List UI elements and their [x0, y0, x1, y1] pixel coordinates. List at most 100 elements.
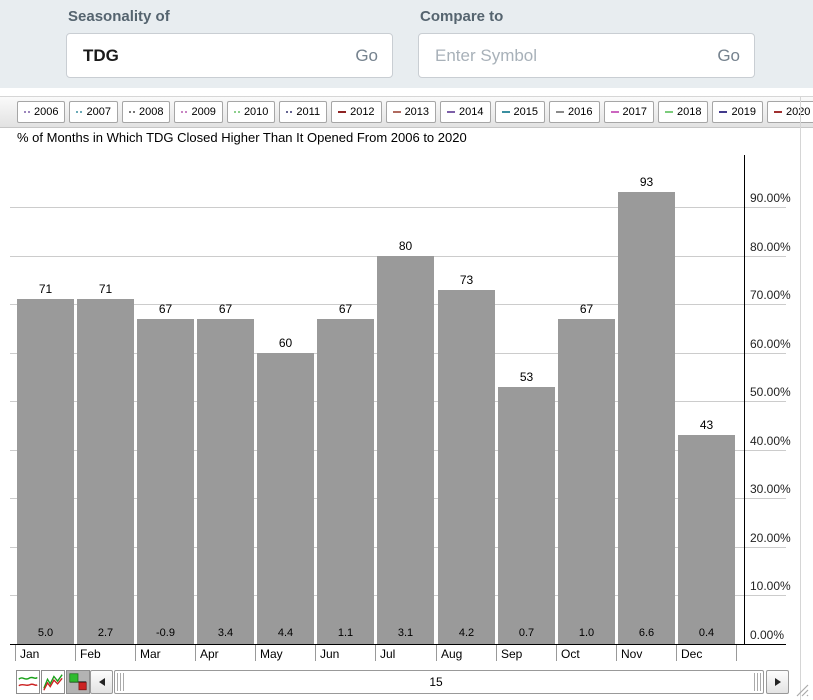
gridline-80.00%: [10, 256, 786, 257]
bar-Feb: [77, 299, 134, 644]
scrollbar-track[interactable]: 15: [114, 670, 764, 694]
bar-bottom-value: 2.7: [77, 627, 134, 639]
scrollbar-left-arrow[interactable]: [90, 670, 113, 694]
year-label: 2013: [405, 106, 429, 118]
x-axis-line: [10, 644, 786, 645]
month-tick: [676, 645, 677, 661]
legend-year-2020[interactable]: 2020: [767, 101, 813, 123]
year-marker-icon: [774, 111, 782, 113]
month-label-Nov: Nov: [621, 647, 642, 661]
legend-year-2012[interactable]: 2012: [331, 101, 381, 123]
legend-year-2009[interactable]: 2009: [174, 101, 222, 123]
month-tick: [255, 645, 256, 661]
legend-year-2013[interactable]: 2013: [386, 101, 436, 123]
compare-label: Compare to: [420, 8, 503, 25]
gridline-50.00%: [10, 401, 786, 402]
bar-value-label: 71: [77, 282, 134, 296]
y-tick-label: 0.00%: [750, 628, 784, 642]
legend-year-2006[interactable]: 2006: [17, 101, 65, 123]
year-label: 2020: [786, 106, 810, 118]
month-tick: [315, 645, 316, 661]
year-label: 2018: [677, 106, 701, 118]
month-tick: [15, 645, 16, 661]
bar-bottom-value: 3.1: [377, 627, 434, 639]
bar-bottom-value: -0.9: [137, 627, 194, 639]
gridline-90.00%: [10, 207, 786, 208]
legend-year-2017[interactable]: 2017: [604, 101, 654, 123]
y-tick-label: 50.00%: [750, 385, 791, 399]
year-marker-icon: [611, 111, 619, 113]
bar-bottom-value: 1.1: [317, 627, 374, 639]
year-marker-icon: [556, 111, 564, 113]
compare-go-button[interactable]: Go: [717, 46, 740, 66]
bar-chart-icon: [67, 671, 89, 693]
scrollbar-label: 15: [429, 675, 442, 689]
bar-Mar: [137, 319, 194, 644]
legend-year-2018[interactable]: 2018: [658, 101, 708, 123]
gridline-20.00%: [10, 547, 786, 548]
month-label-Apr: Apr: [200, 647, 219, 661]
gridline-10.00%: [10, 595, 786, 596]
legend-year-2011[interactable]: 2011: [279, 101, 327, 123]
year-label: 2010: [244, 106, 268, 118]
month-tick: [616, 645, 617, 661]
legend-year-2008[interactable]: 2008: [122, 101, 170, 123]
bar-bottom-value: 1.0: [558, 627, 615, 639]
legend-year-2007[interactable]: 2007: [69, 101, 117, 123]
year-marker-icon: [338, 111, 346, 113]
month-label-Dec: Dec: [681, 647, 702, 661]
month-label-Jun: Jun: [320, 647, 339, 661]
legend-year-2010[interactable]: 2010: [227, 101, 275, 123]
chart-title: % of Months in Which TDG Closed Higher T…: [17, 130, 467, 145]
year-marker-icon: [24, 111, 30, 113]
thumb-left-grip[interactable]: [117, 673, 118, 691]
scrollbar-thumb[interactable]: 15: [115, 671, 763, 693]
bar-bottom-value: 6.6: [618, 627, 675, 639]
bar-value-label: 80: [377, 239, 434, 253]
y-tick-label: 30.00%: [750, 482, 791, 496]
seasonality-input-box: Go: [66, 33, 393, 78]
bar-Oct: [558, 319, 615, 644]
gridline-60.00%: [10, 353, 786, 354]
thumb-right-grip[interactable]: [754, 673, 755, 691]
gridline-40.00%: [10, 450, 786, 451]
y-tick-label: 40.00%: [750, 434, 791, 448]
month-tick: [375, 645, 376, 661]
month-label-Jan: Jan: [20, 647, 39, 661]
bar-bottom-value: 4.4: [257, 627, 314, 639]
bar-value-label: 67: [317, 302, 374, 316]
bar-chart-button[interactable]: [66, 670, 90, 694]
y-tick-label: 10.00%: [750, 579, 791, 593]
compare-symbol-input[interactable]: [433, 45, 717, 67]
bar-bottom-value: 5.0: [17, 627, 74, 639]
resize-handle-icon[interactable]: [796, 684, 809, 700]
bar-Dec: [678, 435, 735, 644]
legend-year-2014[interactable]: 2014: [440, 101, 490, 123]
y-tick-label: 80.00%: [750, 240, 791, 254]
bar-Jul: [377, 256, 434, 644]
month-label-Mar: Mar: [140, 647, 161, 661]
year-marker-icon: [76, 111, 82, 113]
legend-year-2015[interactable]: 2015: [495, 101, 545, 123]
bar-Aug: [438, 290, 495, 644]
seasonality-go-button[interactable]: Go: [355, 46, 378, 66]
legend-year-2016[interactable]: 2016: [549, 101, 599, 123]
right-triangle-icon: [775, 678, 781, 686]
year-marker-icon: [665, 111, 673, 113]
legend-year-2019[interactable]: 2019: [712, 101, 762, 123]
year-label: 2006: [34, 106, 58, 118]
month-tick: [556, 645, 557, 661]
scrollbar-right-arrow[interactable]: [766, 670, 789, 694]
y-tick-label: 20.00%: [750, 531, 791, 545]
year-label: 2015: [514, 106, 538, 118]
y-tick-label: 90.00%: [750, 191, 791, 205]
month-label-Aug: Aug: [441, 647, 462, 661]
year-label: 2008: [139, 106, 163, 118]
bar-bottom-value: 0.4: [678, 627, 735, 639]
seasonality-symbol-input[interactable]: [81, 45, 355, 67]
year-marker-icon: [393, 111, 401, 113]
bar-value-label: 93: [618, 175, 675, 189]
mountain-chart-button[interactable]: [41, 670, 65, 694]
line-chart-button[interactable]: [16, 670, 40, 694]
month-tick: [496, 645, 497, 661]
